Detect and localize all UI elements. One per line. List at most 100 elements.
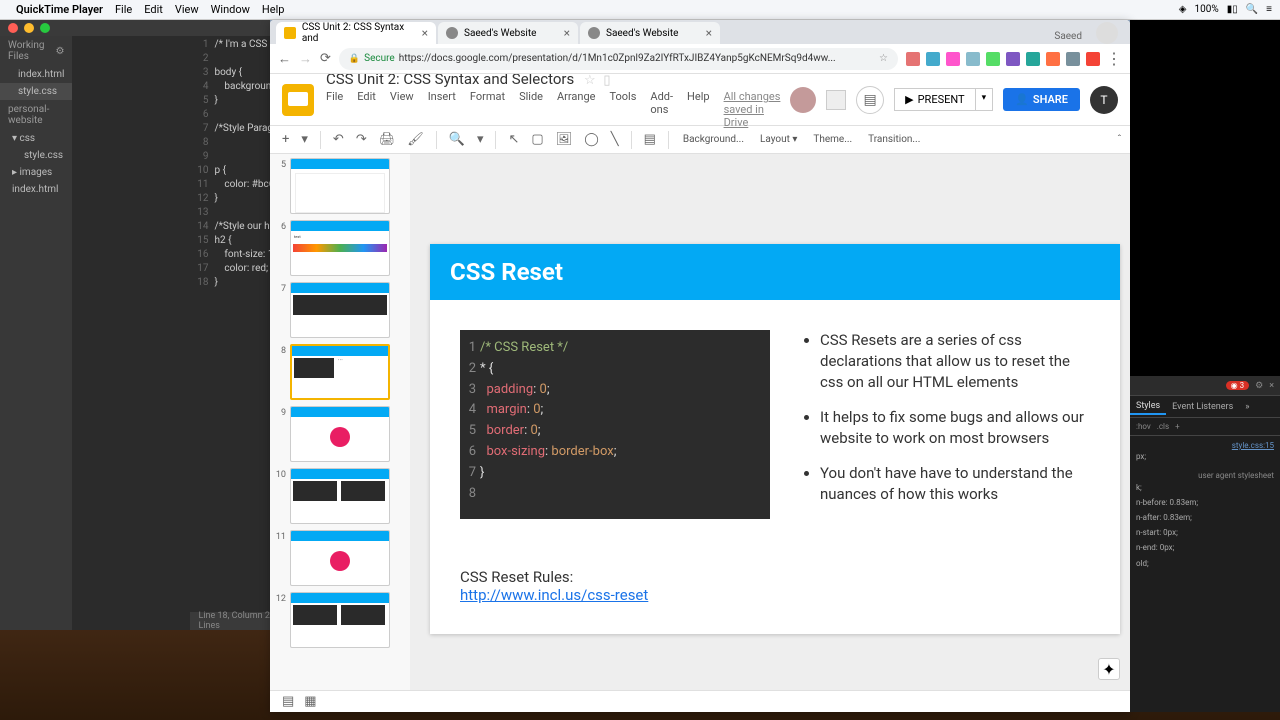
filmstrip-view-icon[interactable]: ▤ [282, 694, 294, 709]
zoom-button[interactable]: 🔍 [445, 130, 469, 149]
changes-saved[interactable]: All changes saved in Drive [724, 90, 791, 129]
chrome-tab-slides[interactable]: CSS Unit 2: CSS Syntax and × [276, 22, 436, 44]
menu-view[interactable]: View [390, 90, 414, 129]
menu-edit[interactable]: Edit [357, 90, 376, 129]
working-files-header[interactable]: Working Files ⚙ [0, 36, 72, 66]
slide-thumb-11[interactable] [290, 530, 390, 586]
extension-icon[interactable] [1066, 52, 1080, 66]
transition-button[interactable]: Transition... [862, 132, 926, 147]
zoom-dropdown[interactable]: ▾ [473, 130, 488, 149]
menu-tools[interactable]: Tools [609, 90, 636, 129]
add-rule-button[interactable]: + [1175, 422, 1180, 431]
collaborator-tag[interactable] [826, 90, 846, 110]
devtools-close-icon[interactable]: × [1269, 381, 1274, 391]
share-button[interactable]: 👤 SHARE [1003, 88, 1080, 111]
layout-button[interactable]: Layout ▾ [754, 132, 803, 147]
sidebar-folder-css[interactable]: ▾ css [0, 130, 72, 147]
redo-button[interactable]: ↷ [352, 130, 371, 149]
extension-icon[interactable] [1086, 52, 1100, 66]
spotlight-icon[interactable]: 🔍 [1246, 4, 1258, 15]
close-tab-icon[interactable]: × [422, 26, 428, 40]
new-slide-button[interactable]: + [278, 130, 293, 149]
minimize-window-button[interactable] [24, 23, 34, 33]
sidebar-folder-images[interactable]: ▸ images [0, 164, 72, 181]
chrome-menu-icon[interactable]: ⋮ [1106, 49, 1122, 68]
css-reset-link[interactable]: http://www.incl.us/css-reset [460, 586, 648, 604]
chrome-profile-avatar[interactable] [1096, 22, 1118, 44]
notifications-icon[interactable]: ≡ [1266, 4, 1272, 15]
undo-button[interactable]: ↶ [329, 130, 348, 149]
extension-icon[interactable] [906, 52, 920, 66]
address-bar[interactable]: 🔒 Secure https://docs.google.com/present… [339, 48, 898, 70]
star-icon[interactable]: ☆ [584, 74, 596, 88]
editor-code-pane[interactable]: 1/* I'm a CSS comment23body {4 backgroun… [190, 36, 270, 630]
devtools-settings-icon[interactable]: ⚙ [1255, 381, 1263, 391]
slide-thumb-12[interactable] [290, 592, 390, 648]
line-tool[interactable]: ╲ [607, 130, 623, 149]
menu-arrange[interactable]: Arrange [557, 90, 595, 129]
extension-icon[interactable] [1046, 52, 1060, 66]
background-button[interactable]: Background... [677, 132, 750, 147]
devtools-styles-pane[interactable]: style.css:15 px; user agent stylesheet k… [1130, 436, 1280, 577]
select-tool[interactable]: ↖ [504, 130, 523, 149]
textbox-tool[interactable]: ▢ [527, 130, 547, 149]
back-button[interactable]: ← [278, 51, 291, 67]
document-title[interactable]: CSS Unit 2: CSS Syntax and Selectors ☆ ▯ [326, 74, 790, 88]
reload-button[interactable]: ⟳ [320, 51, 331, 66]
collaborator-avatar[interactable] [790, 87, 816, 113]
extension-icon[interactable] [1006, 52, 1020, 66]
menu-help[interactable]: Help [687, 90, 710, 129]
slide-thumb-8[interactable]: • • • [290, 344, 390, 400]
sidebar-project-label[interactable]: personal-website [0, 100, 72, 130]
comment-tool[interactable]: ▤ [640, 130, 660, 149]
current-slide[interactable]: CSS Reset 1/* CSS Reset */2* {3 padding:… [430, 244, 1120, 634]
print-button[interactable]: 🖨 [375, 130, 400, 149]
present-dropdown[interactable]: ▾ [976, 88, 994, 111]
menubar-view[interactable]: View [175, 3, 199, 16]
theme-button[interactable]: Theme... [807, 132, 858, 147]
collapse-toolbar-icon[interactable]: ˆ [1117, 133, 1122, 146]
extension-icon[interactable] [986, 52, 1000, 66]
close-tab-icon[interactable]: × [706, 26, 712, 40]
sidebar-css-style[interactable]: style.css [0, 147, 72, 164]
bookmark-star-icon[interactable]: ☆ [879, 53, 888, 64]
extension-icon[interactable] [966, 52, 980, 66]
menubar-help[interactable]: Help [262, 3, 285, 16]
close-tab-icon[interactable]: × [564, 26, 570, 40]
menubar-file[interactable]: File [115, 3, 132, 16]
chrome-profile-name[interactable]: Saeed [1046, 29, 1090, 44]
extension-icon[interactable] [1026, 52, 1040, 66]
new-slide-dropdown[interactable]: ▾ [297, 130, 312, 149]
grid-view-icon[interactable]: ▦ [304, 694, 316, 709]
menubar-edit[interactable]: Edit [144, 3, 163, 16]
extension-icon[interactable] [926, 52, 940, 66]
source-link[interactable]: style.css:15 [1136, 440, 1274, 451]
menu-format[interactable]: Format [470, 90, 505, 129]
close-window-button[interactable] [8, 23, 18, 33]
menu-slide[interactable]: Slide [519, 90, 543, 129]
menu-addons[interactable]: Add-ons [650, 90, 673, 129]
sidebar-file-style[interactable]: style.css [0, 83, 72, 100]
user-avatar[interactable]: T [1090, 86, 1118, 114]
menubar-app-name[interactable]: QuickTime Player [16, 3, 103, 16]
devtools-tabs-more-icon[interactable]: » [1239, 400, 1255, 414]
chrome-tab-site2[interactable]: Saeed's Website × [580, 22, 720, 44]
wifi-icon[interactable]: ◈ [1179, 4, 1187, 15]
slide-thumb-10[interactable] [290, 468, 390, 524]
present-button[interactable]: ▶ PRESENT [894, 88, 975, 111]
menu-insert[interactable]: Insert [428, 90, 456, 129]
explore-button[interactable]: ✦ [1098, 658, 1120, 680]
slide-thumb-9[interactable] [290, 406, 390, 462]
devtools-tab-listeners[interactable]: Event Listeners [1166, 400, 1239, 414]
paint-format-button[interactable]: 🖌 [403, 130, 428, 149]
comments-button[interactable]: ▤ [856, 86, 884, 114]
slide-thumb-6[interactable]: text [290, 220, 390, 276]
sidebar-file-index-root[interactable]: index.html [0, 181, 72, 198]
shape-tool[interactable]: ◯ [580, 130, 603, 149]
error-badge[interactable]: ◉ 3 [1226, 381, 1249, 390]
slide-thumb-5[interactable] [290, 158, 390, 214]
image-tool[interactable]: 🖼 [552, 130, 577, 149]
slide-filmstrip[interactable]: 56text78• • •9101112 [270, 154, 410, 690]
gear-icon[interactable]: ⚙ [56, 46, 65, 57]
folder-icon[interactable]: ▯ [603, 74, 610, 88]
